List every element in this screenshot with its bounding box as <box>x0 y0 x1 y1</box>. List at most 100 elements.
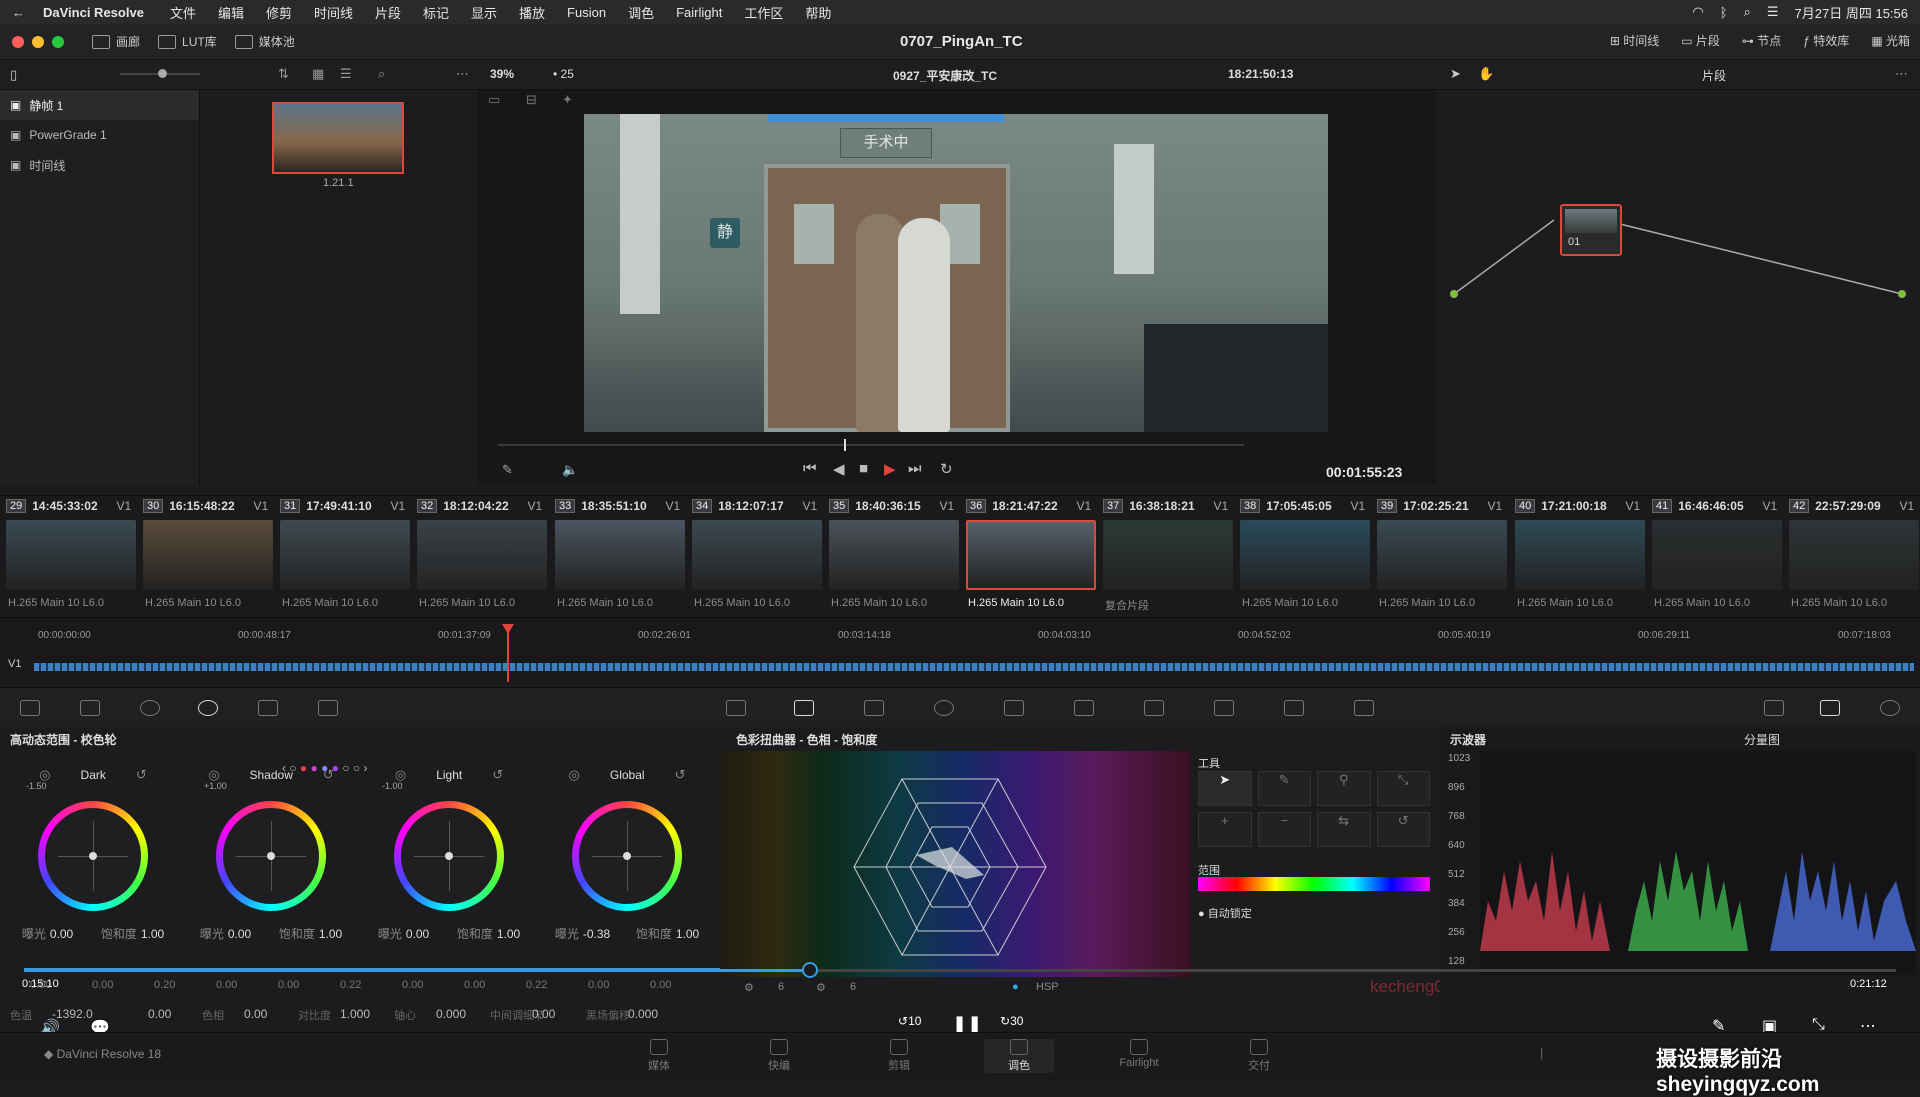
track-clips[interactable] <box>34 663 1914 671</box>
go-start-icon[interactable]: ⏮ <box>803 460 817 477</box>
reset-tool-icon[interactable]: ↺ <box>1376 812 1430 847</box>
clock[interactable]: 7月27日 周四 15:56 <box>1795 3 1908 22</box>
page-tab-2[interactable]: 剪辑 <box>864 1039 934 1073</box>
color-wheel[interactable] <box>394 801 504 911</box>
still-thumbnail[interactable] <box>272 102 404 174</box>
exposure-value[interactable]: 0.00 <box>228 927 251 941</box>
auto-lock-toggle[interactable]: ● 自动锁定 <box>1198 905 1252 921</box>
scope-mode-selector[interactable]: 分量图 <box>1744 731 1780 748</box>
param-value[interactable]: 0.00 <box>244 1007 267 1021</box>
blur-icon[interactable] <box>1144 700 1164 716</box>
sidebar-item-timeline[interactable]: ▣ 时间线 <box>0 150 199 180</box>
rgb-value[interactable]: 0.00 <box>650 979 671 991</box>
sidebar-item-stills[interactable]: ▣ 静帧 1 <box>0 90 199 120</box>
remove-point-icon[interactable]: − <box>1257 812 1311 847</box>
more-icon[interactable]: ⋯ <box>456 66 469 82</box>
clip-thumbnail[interactable] <box>1789 520 1919 590</box>
clip-thumbnail[interactable] <box>6 520 136 590</box>
node-mode-selector[interactable]: 片段 <box>1702 67 1726 84</box>
source-timecode[interactable]: 18:21:50:13 <box>1228 67 1293 81</box>
keyframes-icon[interactable] <box>1764 700 1784 716</box>
motion-effects-icon[interactable] <box>318 700 338 716</box>
split-screen-icon[interactable]: ⊟ <box>526 92 537 108</box>
page-tab-5[interactable]: 交付 <box>1224 1039 1294 1073</box>
curves-icon[interactable] <box>726 700 746 716</box>
rgb-value[interactable]: 0.22 <box>340 979 361 991</box>
add-point-icon[interactable]: + <box>1198 812 1252 847</box>
effects-tab[interactable]: ƒ 特效库 <box>1803 32 1849 49</box>
reset-icon[interactable]: ↺ <box>323 767 334 783</box>
menu-edit[interactable]: 编辑 <box>218 3 244 22</box>
grid-a-icon[interactable]: ⚙ <box>744 981 754 994</box>
menu-mark[interactable]: 标记 <box>423 3 449 22</box>
clip-thumbnail[interactable] <box>1377 520 1507 590</box>
color-wheel[interactable] <box>38 801 148 911</box>
exposure-field[interactable]: 曝光 0.00 <box>378 925 429 942</box>
menu-timeline[interactable]: 时间线 <box>314 3 353 22</box>
menu-clip[interactable]: 片段 <box>375 3 401 22</box>
clip-thumbnail[interactable] <box>1515 520 1645 590</box>
3d-icon[interactable] <box>1354 700 1374 716</box>
exposure-value[interactable]: 0.00 <box>50 927 73 941</box>
clip-thumbnail[interactable] <box>417 520 547 590</box>
warper-canvas[interactable] <box>720 751 1190 977</box>
loop-icon[interactable]: ↻ <box>940 460 953 478</box>
saturation-value[interactable]: 1.00 <box>319 927 342 941</box>
param-value[interactable]: 0.00 <box>532 1007 555 1021</box>
node-01[interactable]: 01 <box>1560 204 1622 256</box>
clips-tab[interactable]: ▭ 片段 <box>1681 32 1720 49</box>
play-reverse-icon[interactable]: ◀ <box>833 460 845 478</box>
tracker-icon[interactable] <box>1004 700 1024 716</box>
eyedropper-icon[interactable]: ✎ <box>502 462 513 478</box>
rgb-value[interactable]: 0.00 <box>464 979 485 991</box>
rgb-value[interactable]: 0.00 <box>402 979 423 991</box>
pointer-icon[interactable]: ➤ <box>1450 66 1461 82</box>
wifi-icon[interactable]: ◠ <box>1692 4 1703 20</box>
pin-tool-icon[interactable]: ⚲ <box>1317 771 1371 806</box>
exposure-value[interactable]: 0.00 <box>406 927 429 941</box>
media-pool-tab[interactable]: 媒体池 <box>234 33 295 50</box>
clip-thumbnail[interactable] <box>143 520 273 590</box>
pen-tool-icon[interactable]: ✎ <box>1257 771 1311 806</box>
page-tab-0[interactable]: 媒体 <box>624 1039 694 1073</box>
clip-thumbnail[interactable] <box>280 520 410 590</box>
magic-wand-icon[interactable]: ✦ <box>562 92 573 108</box>
select-tool-icon[interactable]: ➤ <box>1198 771 1252 806</box>
menu-help[interactable]: 帮助 <box>805 3 831 22</box>
hue-range-bar[interactable] <box>1198 877 1430 891</box>
clip-thumbnail[interactable] <box>829 520 959 590</box>
menu-file[interactable]: 文件 <box>170 3 196 22</box>
rgb-value[interactable]: 0.00 <box>92 979 113 991</box>
search-icon[interactable]: ⌕ <box>1744 4 1751 20</box>
wheel-center-dot[interactable] <box>623 852 631 860</box>
lut-tab[interactable]: LUT库 <box>158 33 217 50</box>
saturation-value[interactable]: 1.00 <box>141 927 164 941</box>
saturation-field[interactable]: 饱和度 1.00 <box>636 925 699 942</box>
wheel-center-dot[interactable] <box>445 852 453 860</box>
window-icon[interactable] <box>934 700 954 716</box>
viewer-frame[interactable]: 手术中 静 <box>584 114 1328 432</box>
wheel-center-dot[interactable] <box>89 852 97 860</box>
bluetooth-icon[interactable]: ᛒ <box>1720 5 1728 20</box>
menu-workspace[interactable]: 工作区 <box>744 3 783 22</box>
control-center-icon[interactable]: ☰ <box>1767 4 1779 20</box>
gallery-zoom-handle[interactable] <box>158 69 167 78</box>
grid-view-icon[interactable]: ▦ <box>312 66 324 82</box>
sidebar-toggle-icon[interactable]: ▯ <box>10 67 17 83</box>
magic-mask-icon[interactable] <box>1074 700 1094 716</box>
color-wheel[interactable] <box>572 801 682 911</box>
param-value[interactable]: 0.000 <box>628 1007 658 1021</box>
grid-b-value[interactable]: 6 <box>850 981 856 993</box>
video-progress-track[interactable] <box>24 969 1896 972</box>
reset-icon[interactable]: ↺ <box>492 767 503 783</box>
skip-forward-button[interactable]: ↻30 <box>1000 1014 1023 1028</box>
play-icon[interactable]: ▶ <box>884 460 896 478</box>
clip-thumbnail[interactable] <box>1652 520 1782 590</box>
playhead[interactable] <box>507 626 509 682</box>
rgb-value[interactable]: 0.20 <box>154 979 175 991</box>
info-icon[interactable] <box>1880 700 1900 716</box>
wheel-indicator-icon[interactable]: ◎ <box>569 767 580 783</box>
list-view-icon[interactable]: ☰ <box>340 66 352 82</box>
nodes-tab[interactable]: ⊶ 节点 <box>1742 32 1781 49</box>
menu-fusion[interactable]: Fusion <box>567 5 606 20</box>
